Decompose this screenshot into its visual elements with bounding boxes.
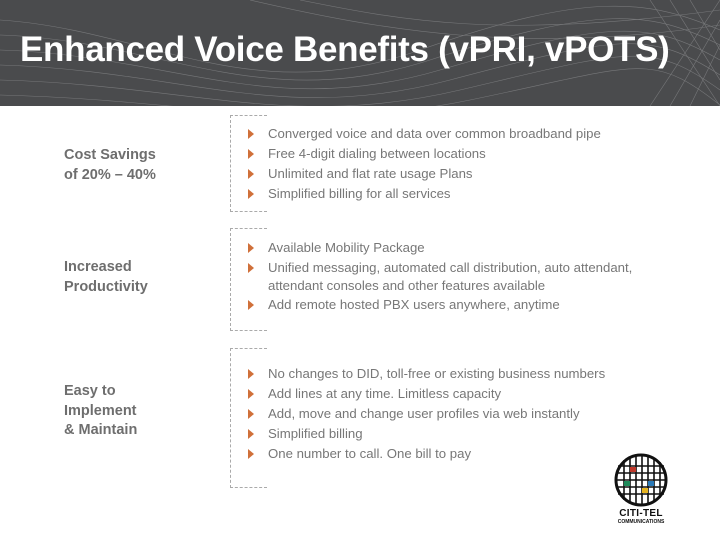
list-item: Converged voice and data over common bro… xyxy=(248,124,601,144)
list-item: Add lines at any time. Limitless capacit… xyxy=(248,384,605,404)
label-line: Easy to xyxy=(64,383,116,399)
triangle-bullet-icon xyxy=(248,169,254,179)
list-item: Add, move and change user profiles via w… xyxy=(248,404,605,424)
bullet-text: Available Mobility Package xyxy=(268,240,425,255)
bullet-list-productivity: Available Mobility Package Unified messa… xyxy=(248,238,668,315)
bullet-list-easy-implement: No changes to DID, toll-free or existing… xyxy=(248,364,605,464)
triangle-bullet-icon xyxy=(248,129,254,139)
triangle-bullet-icon xyxy=(248,409,254,419)
label-line: & Maintain xyxy=(64,422,138,438)
triangle-bullet-icon xyxy=(248,389,254,399)
bullet-text: Free 4-digit dialing between locations xyxy=(268,146,486,161)
bullet-text: One number to call. One bill to pay xyxy=(268,446,472,461)
citi-tel-logo: CITI-TEL COMMUNICATIONS xyxy=(608,452,674,528)
triangle-bullet-icon xyxy=(248,189,254,199)
bullet-text: Unified messaging, automated call distri… xyxy=(268,260,633,293)
bullet-text: No changes to DID, toll-free or existing… xyxy=(268,366,606,381)
label-line: Implement xyxy=(64,402,137,419)
label-line: of 20% – 40% xyxy=(64,166,156,183)
label-line: Productivity xyxy=(64,278,148,295)
bullet-text: Converged voice and data over common bro… xyxy=(268,126,601,141)
list-item: Simplified billing xyxy=(248,424,605,444)
bullet-text: Add lines at any time. Limitless capacit… xyxy=(268,386,502,401)
section-label-easy-implement: Easy to Implement & Maintain xyxy=(64,382,137,441)
label-line: Increased xyxy=(64,259,132,275)
page-title: Enhanced Voice Benefits (vPRI, vPOTS) xyxy=(20,30,670,69)
bullet-text: Add, move and change user profiles via w… xyxy=(268,406,580,421)
triangle-bullet-icon xyxy=(248,243,254,253)
list-item: One number to call. One bill to pay xyxy=(248,444,605,464)
triangle-bullet-icon xyxy=(248,300,254,310)
bullet-text: Simplified billing for all services xyxy=(268,186,451,201)
list-item: Unified messaging, automated call distri… xyxy=(248,259,668,295)
section-label-cost-savings: Cost Savings of 20% – 40% xyxy=(64,146,156,185)
bullet-list-cost-savings: Converged voice and data over common bro… xyxy=(248,124,601,204)
list-item: Simplified billing for all services xyxy=(248,184,601,204)
list-item: Unlimited and flat rate usage Plans xyxy=(248,164,601,184)
bullet-text: Unlimited and flat rate usage Plans xyxy=(268,166,473,181)
logo-subtitle: COMMUNICATIONS xyxy=(617,519,665,525)
list-item: Available Mobility Package xyxy=(248,238,668,258)
list-item: Free 4-digit dialing between locations xyxy=(248,144,601,164)
logo-name: CITI-TEL xyxy=(619,508,663,519)
list-item: No changes to DID, toll-free or existing… xyxy=(248,364,605,384)
label-line: Cost Savings xyxy=(64,147,156,163)
triangle-bullet-icon xyxy=(248,449,254,459)
section-label-productivity: Increased Productivity xyxy=(64,258,148,297)
title-banner: Enhanced Voice Benefits (vPRI, vPOTS) xyxy=(0,0,720,106)
bullet-text: Add remote hosted PBX users anywhere, an… xyxy=(268,297,560,312)
triangle-bullet-icon xyxy=(248,263,254,273)
triangle-bullet-icon xyxy=(248,429,254,439)
triangle-bullet-icon xyxy=(248,369,254,379)
bullet-text: Simplified billing xyxy=(268,426,363,441)
list-item: Add remote hosted PBX users anywhere, an… xyxy=(248,295,668,315)
triangle-bullet-icon xyxy=(248,149,254,159)
